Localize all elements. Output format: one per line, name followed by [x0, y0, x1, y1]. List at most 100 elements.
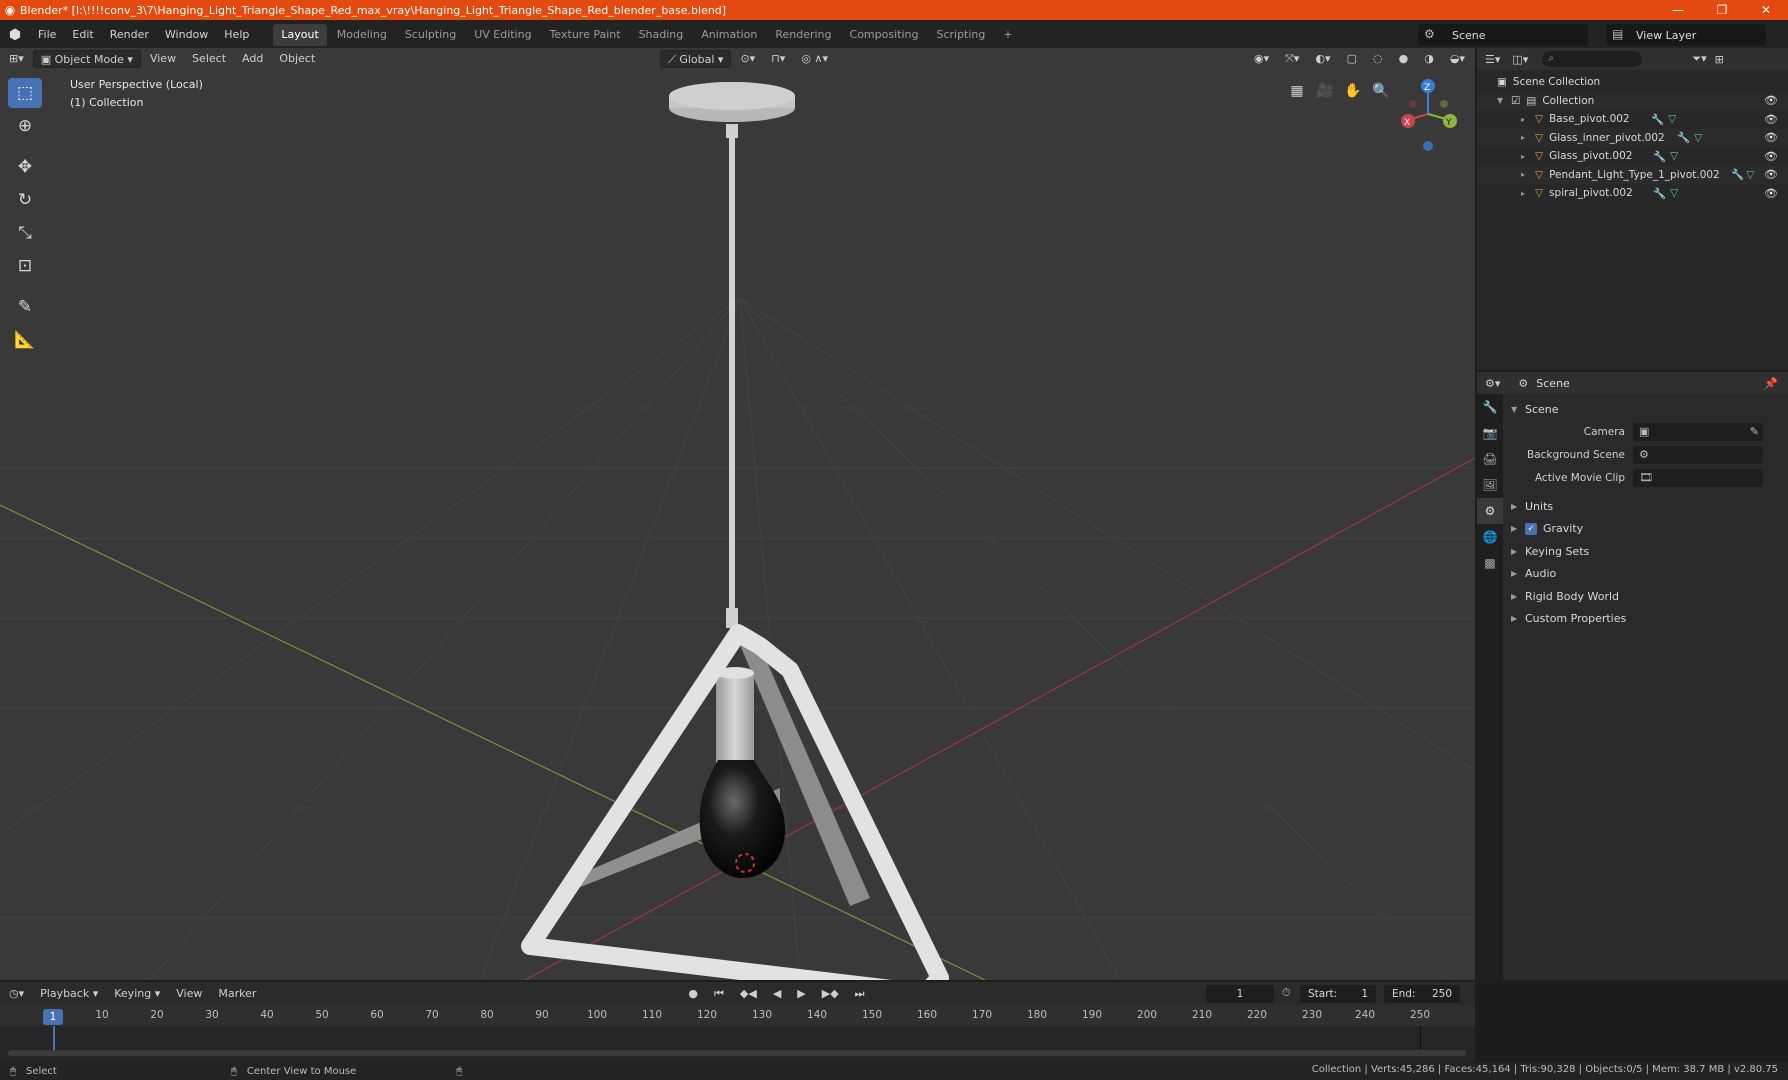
playback-menu[interactable]: Playback ▾ — [33, 985, 105, 1003]
texture-tab-icon[interactable]: ▩ — [1477, 550, 1503, 576]
menu-select[interactable]: Select — [185, 50, 233, 68]
preview-range-icon[interactable]: ⏱ — [1282, 986, 1291, 1000]
menu-help[interactable]: Help — [216, 20, 257, 50]
background-scene-field[interactable]: ⚙ — [1633, 445, 1763, 464]
timeline-editor-type-icon[interactable]: ◷▾ — [2, 985, 31, 1003]
tab-modeling[interactable]: Modeling — [329, 24, 395, 46]
world-tab-icon[interactable]: 🌐 — [1477, 524, 1503, 550]
menu-window[interactable]: Window — [157, 20, 216, 50]
rotate-tool-icon[interactable]: ↻ — [8, 185, 42, 215]
close-button[interactable]: ✕ — [1744, 3, 1788, 17]
eyedropper-icon[interactable]: ✎ — [1750, 425, 1759, 438]
cursor-tool-icon[interactable]: ⊕ — [8, 111, 42, 141]
prev-keyframe-icon[interactable]: ◆◀ — [733, 985, 764, 1003]
tab-scripting[interactable]: Scripting — [928, 24, 993, 46]
tab-texture-paint[interactable]: Texture Paint — [542, 24, 629, 46]
editor-type-icon[interactable]: ⊞▾ — [2, 50, 31, 68]
tab-animation[interactable]: Animation — [693, 24, 765, 46]
play-icon[interactable]: ▶ — [790, 985, 812, 1003]
outliner-editor-type-icon[interactable]: ☰▾ — [1485, 53, 1500, 66]
timeline-scrollbar[interactable] — [8, 1050, 1466, 1056]
scene-selector[interactable]: ⚙ Scene — [1418, 24, 1588, 46]
outliner-object-row[interactable]: ▸ ▽ Base_pivot.002 🔧 ▽ 👁 — [1477, 110, 1788, 129]
select-box-tool-icon[interactable]: ⬚ — [8, 78, 42, 108]
menu-view[interactable]: View — [143, 50, 183, 68]
minimize-button[interactable]: — — [1656, 3, 1700, 17]
timeline-track-area[interactable] — [0, 1026, 1475, 1062]
zoom-view-icon[interactable]: 🔍 — [1368, 78, 1394, 104]
proportional-edit-icon[interactable]: ◎ ∧▾ — [794, 50, 835, 68]
scene-tab-icon[interactable]: ⚙ — [1477, 498, 1503, 524]
outliner-filter-icon[interactable]: ⏷▾ — [1692, 52, 1706, 66]
transform-orientation-dropdown[interactable]: ⟋ Global ▾ — [660, 50, 732, 68]
end-frame-field[interactable]: End: 250 — [1384, 985, 1460, 1003]
expand-icon[interactable]: ▸ — [1521, 115, 1535, 124]
view-layer-selector[interactable]: ▤ View Layer — [1606, 24, 1766, 46]
camera-view-icon[interactable]: 🎥 — [1312, 78, 1338, 104]
menu-file[interactable]: File — [30, 20, 64, 50]
material-shading-icon[interactable]: ◑ — [1417, 50, 1441, 68]
pivot-point-icon[interactable]: ⊙▾ — [733, 50, 762, 68]
outliner-search-input[interactable]: ⌕ — [1542, 51, 1643, 67]
expand-icon[interactable]: ▸ — [1521, 152, 1535, 161]
eye-icon[interactable]: 👁 — [1764, 131, 1778, 144]
expand-icon[interactable]: ▸ — [1521, 133, 1535, 142]
outliner-object-row[interactable]: ▸ ▽ spiral_pivot.002 🔧 ▽ 👁 — [1477, 184, 1788, 203]
camera-field[interactable]: ▣ ✎ — [1633, 422, 1763, 441]
output-tab-icon[interactable]: 🖨 — [1477, 446, 1503, 472]
current-frame-field[interactable]: 1 — [1206, 985, 1274, 1003]
solid-shading-icon[interactable]: ● — [1392, 50, 1416, 68]
wireframe-shading-icon[interactable]: ◌ — [1366, 50, 1390, 68]
next-keyframe-icon[interactable]: ▶◆ — [815, 985, 846, 1003]
render-tab-icon[interactable]: 📷 — [1477, 420, 1503, 446]
collection-checkbox[interactable]: ☑ — [1511, 95, 1520, 107]
rigid-body-world-subpanel[interactable]: ▶ Rigid Body World — [1505, 585, 1788, 608]
units-subpanel[interactable]: ▶ Units — [1505, 495, 1788, 518]
eye-icon[interactable]: 👁 — [1764, 113, 1778, 126]
active-movie-clip-field[interactable]: 🎞 — [1633, 468, 1763, 487]
measure-tool-icon[interactable]: 📐 — [8, 325, 42, 355]
audio-subpanel[interactable]: ▶ Audio — [1505, 563, 1788, 586]
tab-layout[interactable]: Layout — [273, 24, 327, 46]
eye-icon[interactable]: 👁 — [1764, 168, 1778, 181]
menu-edit[interactable]: Edit — [64, 20, 101, 50]
outliner-scene-collection[interactable]: ▣ Scene Collection — [1477, 73, 1788, 92]
add-workspace-button[interactable]: + — [995, 24, 1020, 46]
start-frame-field[interactable]: Start: 1 — [1300, 985, 1376, 1003]
pin-icon[interactable]: 📌 — [1764, 377, 1778, 390]
menu-object[interactable]: Object — [272, 50, 322, 68]
keying-menu[interactable]: Keying ▾ — [107, 985, 167, 1003]
tab-shading[interactable]: Shading — [631, 24, 692, 46]
object-mode-dropdown[interactable]: ▣ Object Mode ▾ — [32, 50, 141, 68]
expand-icon[interactable]: ▸ — [1521, 189, 1535, 198]
record-button-icon[interactable]: ● — [681, 985, 705, 1003]
new-collection-icon[interactable]: ⊞ — [1715, 53, 1724, 66]
maximize-button[interactable]: ❐ — [1700, 3, 1744, 17]
toggle-view-grid-icon[interactable]: ▦ — [1284, 78, 1310, 104]
menu-render[interactable]: Render — [102, 20, 157, 50]
view-layer-tab-icon[interactable]: 🖼 — [1477, 472, 1503, 498]
jump-start-icon[interactable]: ⏮ — [707, 985, 731, 1003]
eye-icon[interactable]: 👁 — [1764, 187, 1778, 200]
tab-uv-editing[interactable]: UV Editing — [466, 24, 539, 46]
3d-viewport[interactable]: Z X Y ⊞▾ ▣ Object Mode ▾ View Select Add… — [0, 48, 1475, 980]
play-reverse-icon[interactable]: ◀ — [766, 985, 788, 1003]
collection-expand-icon[interactable]: ▼ — [1497, 96, 1511, 105]
expand-icon[interactable]: ▸ — [1521, 170, 1535, 179]
move-tool-icon[interactable]: ✥ — [8, 152, 42, 182]
gravity-subpanel[interactable]: ▶ ✓ Gravity — [1505, 518, 1788, 541]
blender-menu-icon[interactable]: ⬢ — [0, 27, 30, 43]
outliner-display-mode-icon[interactable]: ◫▾ — [1512, 53, 1528, 66]
outliner-object-row[interactable]: ▸ ▽ Glass_inner_pivot.002 🔧 ▽ 👁 — [1477, 128, 1788, 147]
navigation-gizmo[interactable]: Z X Y — [1401, 79, 1457, 151]
jump-end-icon[interactable]: ⏭ — [848, 985, 872, 1003]
marker-menu[interactable]: Marker — [211, 985, 263, 1003]
snap-icon[interactable]: ⊓▾ — [764, 50, 792, 68]
properties-editor-type-icon[interactable]: ⚙▾ — [1485, 377, 1500, 390]
gizmo-toggle-icon[interactable]: ⤧▾ — [1278, 50, 1306, 68]
playhead-frame-indicator[interactable]: 1 — [43, 1009, 63, 1025]
annotate-tool-icon[interactable]: ✎ — [8, 292, 42, 322]
xray-toggle-icon[interactable]: ▢ — [1340, 50, 1364, 68]
eye-icon[interactable]: 👁 — [1764, 150, 1778, 163]
tool-tab-icon[interactable]: 🔧 — [1477, 394, 1503, 420]
